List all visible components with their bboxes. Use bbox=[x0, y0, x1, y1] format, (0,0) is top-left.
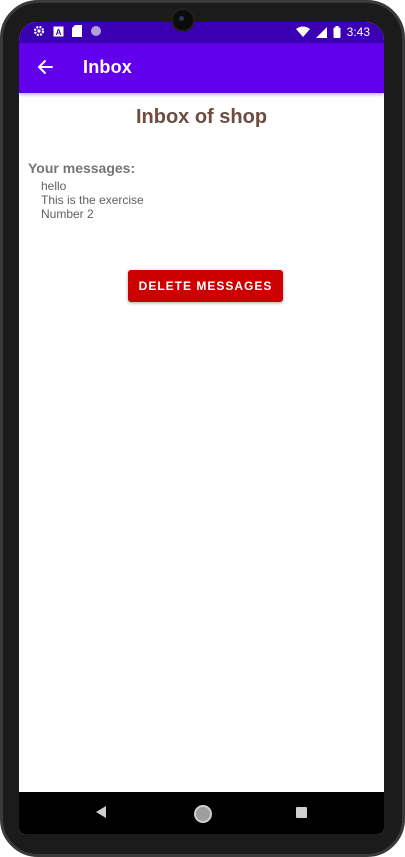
navigation-bar bbox=[19, 792, 384, 834]
signal-icon bbox=[315, 26, 327, 38]
wifi-icon bbox=[295, 26, 310, 37]
front-camera bbox=[173, 10, 193, 30]
delete-messages-button[interactable]: DELETE MESSAGES bbox=[128, 270, 283, 302]
message-item: This is the exercise bbox=[41, 193, 144, 207]
status-bar: A 3:43 bbox=[19, 22, 384, 43]
recents-icon[interactable] bbox=[296, 807, 307, 818]
page-title: Inbox of shop bbox=[135, 106, 268, 128]
back-icon[interactable] bbox=[95, 805, 107, 819]
home-icon[interactable] bbox=[194, 805, 212, 823]
app-bar: Inbox bbox=[19, 43, 384, 93]
battery-icon bbox=[333, 26, 341, 38]
arrow-back-icon bbox=[38, 60, 53, 74]
status-icons-right: 3:43 bbox=[295, 25, 370, 39]
app-bar-title: Inbox bbox=[83, 57, 132, 77]
back-button[interactable] bbox=[33, 55, 57, 79]
settings-icon bbox=[33, 25, 45, 37]
status-time: 3:43 bbox=[346, 25, 370, 39]
message-item: Number 2 bbox=[41, 207, 94, 221]
phone-screen: A 3:43 Inbox Inbox of shop Your messages… bbox=[19, 22, 384, 834]
message-item: hello bbox=[41, 179, 67, 193]
svg-text:A: A bbox=[56, 28, 62, 37]
status-icons-left: A bbox=[33, 25, 102, 37]
circle-icon bbox=[91, 26, 101, 36]
sd-card-icon bbox=[72, 25, 82, 37]
a-icon: A bbox=[53, 26, 64, 37]
messages-list: hello This is the exercise Number 2 bbox=[41, 179, 144, 221]
messages-label: Your messages: bbox=[28, 160, 136, 176]
